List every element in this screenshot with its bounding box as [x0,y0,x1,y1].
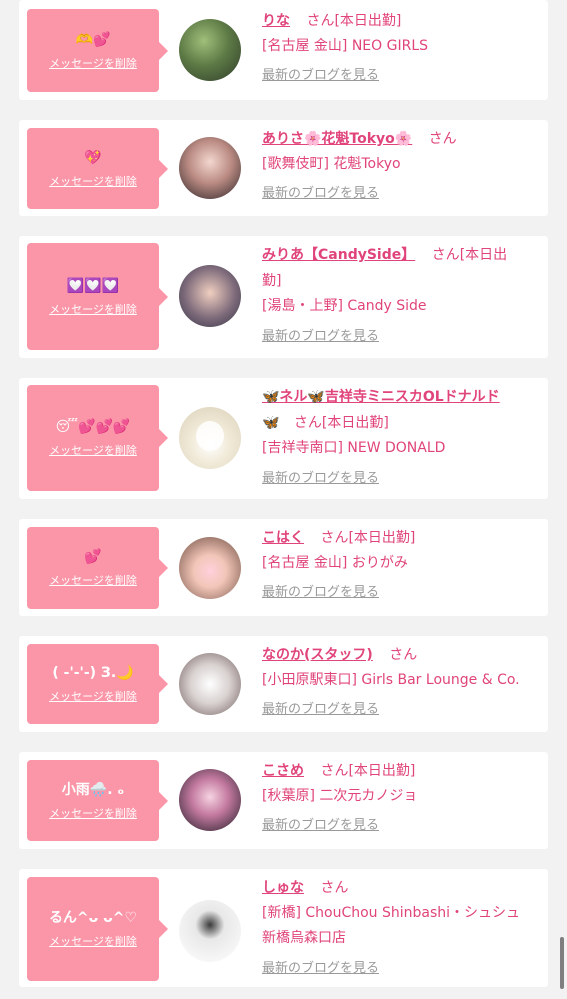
cast-name-link[interactable]: こはく [262,530,304,546]
avatar[interactable] [179,769,241,831]
avatar[interactable] [179,537,241,599]
honorific: さん [389,647,418,663]
latest-blog-link[interactable]: 最新のブログを見る [262,700,542,720]
message-bubble: 小雨🌧️. ₒ メッセージを削除 [27,760,168,841]
shop-name: [名古屋 金山] NEO GIRLS [262,38,429,54]
honorific: さん [428,131,457,147]
honorific: さん [320,880,349,896]
shop-name: [湯島・上野] Candy Side [262,298,427,314]
cast-info: みりあ【CandySide】 さん[本日出 勤] [湯島・上野] Candy S… [262,242,542,347]
latest-blog-link[interactable]: 最新のブログを見る [262,469,542,489]
cast-info: りな さん[本日出勤] [名古屋 金山] NEO GIRLS 最新のブログを見る [262,8,542,86]
status-text: [本日出勤] [334,13,402,29]
cast-info: 🦋ネル🦋吉祥寺ミニスカOLドナルド 🦋 さん[本日出勤] [吉祥寺南口] NEW… [262,384,542,489]
cast-info: こはく さん[本日出勤] [名古屋 金山] おりがみ 最新のブログを見る [262,525,542,603]
cast-info: なのか(スタッフ) さん [小田原駅東口] Girls Bar Lounge &… [262,642,542,720]
shop-name: [歌舞伎町] 花魁Tokyo [262,156,401,172]
cast-info: こさめ さん[本日出勤] [秋葉原] 二次元カノジョ 最新のブログを見る [262,758,542,836]
delete-message-link[interactable]: メッセージを削除 [49,933,137,949]
avatar[interactable] [179,19,241,81]
message-bubble: 😴💕💕💕 メッセージを削除 [27,385,168,491]
name-line-continued: 🦋 さん[本日出勤] [262,410,542,436]
honorific: さん [431,247,460,263]
name-line: ありさ🌸花魁Tokyo🌸 さん [262,126,542,152]
status-text: [本日出勤] [321,415,389,431]
list-item: 💟💟💟 メッセージを削除 みりあ【CandySide】 さん[本日出 勤] [湯… [19,236,548,358]
list-item: 💖 メッセージを削除 ありさ🌸花魁Tokyo🌸 さん [歌舞伎町] 花魁Toky… [19,120,548,216]
list-item: 😴💕💕💕 メッセージを削除 🦋ネル🦋吉祥寺ミニスカOLドナルド 🦋 さん[本日出… [19,378,548,499]
cast-name-link[interactable]: しゅな [262,880,304,896]
latest-blog-link[interactable]: 最新のブログを見る [262,327,542,347]
avatar[interactable] [179,137,241,199]
delete-message-link[interactable]: メッセージを削除 [49,173,137,189]
honorific: さん [320,530,349,546]
cast-info: しゅな さん [新橋] ChouChou Shinbashi・シュシュ 新橋烏森… [262,875,547,979]
message-text: 🫶💕 [75,31,111,48]
scrollbar[interactable] [560,937,564,989]
delete-message-link[interactable]: メッセージを削除 [49,442,137,458]
delete-message-link[interactable]: メッセージを削除 [49,572,137,588]
name-line: みりあ【CandySide】 さん[本日出 [262,242,542,268]
list-item: 小雨🌧️. ₒ メッセージを削除 こさめ さん[本日出勤] [秋葉原] 二次元カ… [19,752,548,849]
latest-blog-link[interactable]: 最新のブログを見る [262,583,542,603]
shop-name-continued: 新橋烏森口店 [262,930,346,946]
status-text-wrap: 勤] [262,273,282,289]
status-text: [本日出勤] [348,530,416,546]
message-bubble: 🫶💕 メッセージを削除 [27,9,168,92]
name-line: こはく さん[本日出勤] [262,525,542,551]
message-text: 小雨🌧️. ₒ [61,781,125,798]
cast-name-link[interactable]: ありさ🌸花魁Tokyo🌸 [262,131,412,147]
message-bubble: 💖 メッセージを削除 [27,128,168,209]
avatar[interactable] [179,265,241,327]
message-text: 💟💟💟 [66,277,120,294]
latest-blog-link[interactable]: 最新のブログを見る [262,66,542,86]
cast-name-link[interactable]: なのか(スタッフ) [262,647,373,663]
cast-name-link[interactable]: みりあ【CandySide】 [262,247,415,263]
name-line: 🦋ネル🦋吉祥寺ミニスカOLドナルド [262,384,542,410]
list-item: るん^ᴗ ᴗ^♡ メッセージを削除 しゅな さん [新橋] ChouChou S… [19,869,548,987]
latest-blog-link[interactable]: 最新のブログを見る [262,816,542,836]
message-text: 💕 [84,549,102,565]
delete-message-link[interactable]: メッセージを削除 [49,805,137,821]
shop-name: [秋葉原] 二次元カノジョ [262,788,418,804]
latest-blog-link[interactable]: 最新のブログを見る [262,959,547,979]
message-text: るん^ᴗ ᴗ^♡ [48,910,138,926]
honorific: さん [306,13,335,29]
honorific: さん [293,415,322,431]
honorific: さん [320,763,349,779]
name-line: こさめ さん[本日出勤] [262,758,542,784]
list-item: 🫶💕 メッセージを削除 りな さん[本日出勤] [名古屋 金山] NEO GIR… [19,0,548,100]
message-text: ( -'-'-) З.🌙 [52,665,134,681]
cast-name-continued[interactable]: 🦋 [262,415,279,431]
message-text: 😴💕💕💕 [55,419,131,435]
delete-message-link[interactable]: メッセージを削除 [49,688,137,704]
shop-name: [小田原駅東口] Girls Bar Lounge & Co. [262,672,520,688]
message-text: 💖 [84,149,102,166]
list-item: 💕 メッセージを削除 こはく さん[本日出勤] [名古屋 金山] おりがみ 最新… [19,519,548,616]
shop-name: [新橋] ChouChou Shinbashi・シュシュ [262,905,521,921]
status-text: [本日出 [459,247,508,263]
cast-info: ありさ🌸花魁Tokyo🌸 さん [歌舞伎町] 花魁Tokyo 最新のブログを見る [262,126,542,204]
message-bubble: ( -'-'-) З.🌙 メッセージを削除 [27,644,168,724]
delete-message-link[interactable]: メッセージを削除 [49,301,137,317]
avatar[interactable] [179,407,241,469]
name-line: なのか(スタッフ) さん [262,642,542,668]
shop-name: [名古屋 金山] おりがみ [262,555,408,571]
avatar[interactable] [179,900,241,962]
list-item: ( -'-'-) З.🌙 メッセージを削除 なのか(スタッフ) さん [小田原駅… [19,636,548,732]
latest-blog-link[interactable]: 最新のブログを見る [262,184,542,204]
shop-name: [吉祥寺南口] NEW DONALD [262,440,446,456]
message-bubble: 💕 メッセージを削除 [27,527,168,609]
name-line: りな さん[本日出勤] [262,8,542,34]
status-text: [本日出勤] [348,763,416,779]
cast-name-link[interactable]: りな [262,13,290,29]
name-line: しゅな さん [262,875,547,901]
avatar[interactable] [179,653,241,715]
cast-name-link[interactable]: こさめ [262,763,304,779]
delete-message-link[interactable]: メッセージを削除 [49,55,137,71]
message-bubble: るん^ᴗ ᴗ^♡ メッセージを削除 [27,877,168,981]
message-bubble: 💟💟💟 メッセージを削除 [27,243,168,350]
cast-name-link[interactable]: 🦋ネル🦋吉祥寺ミニスカOLドナルド [262,389,500,405]
